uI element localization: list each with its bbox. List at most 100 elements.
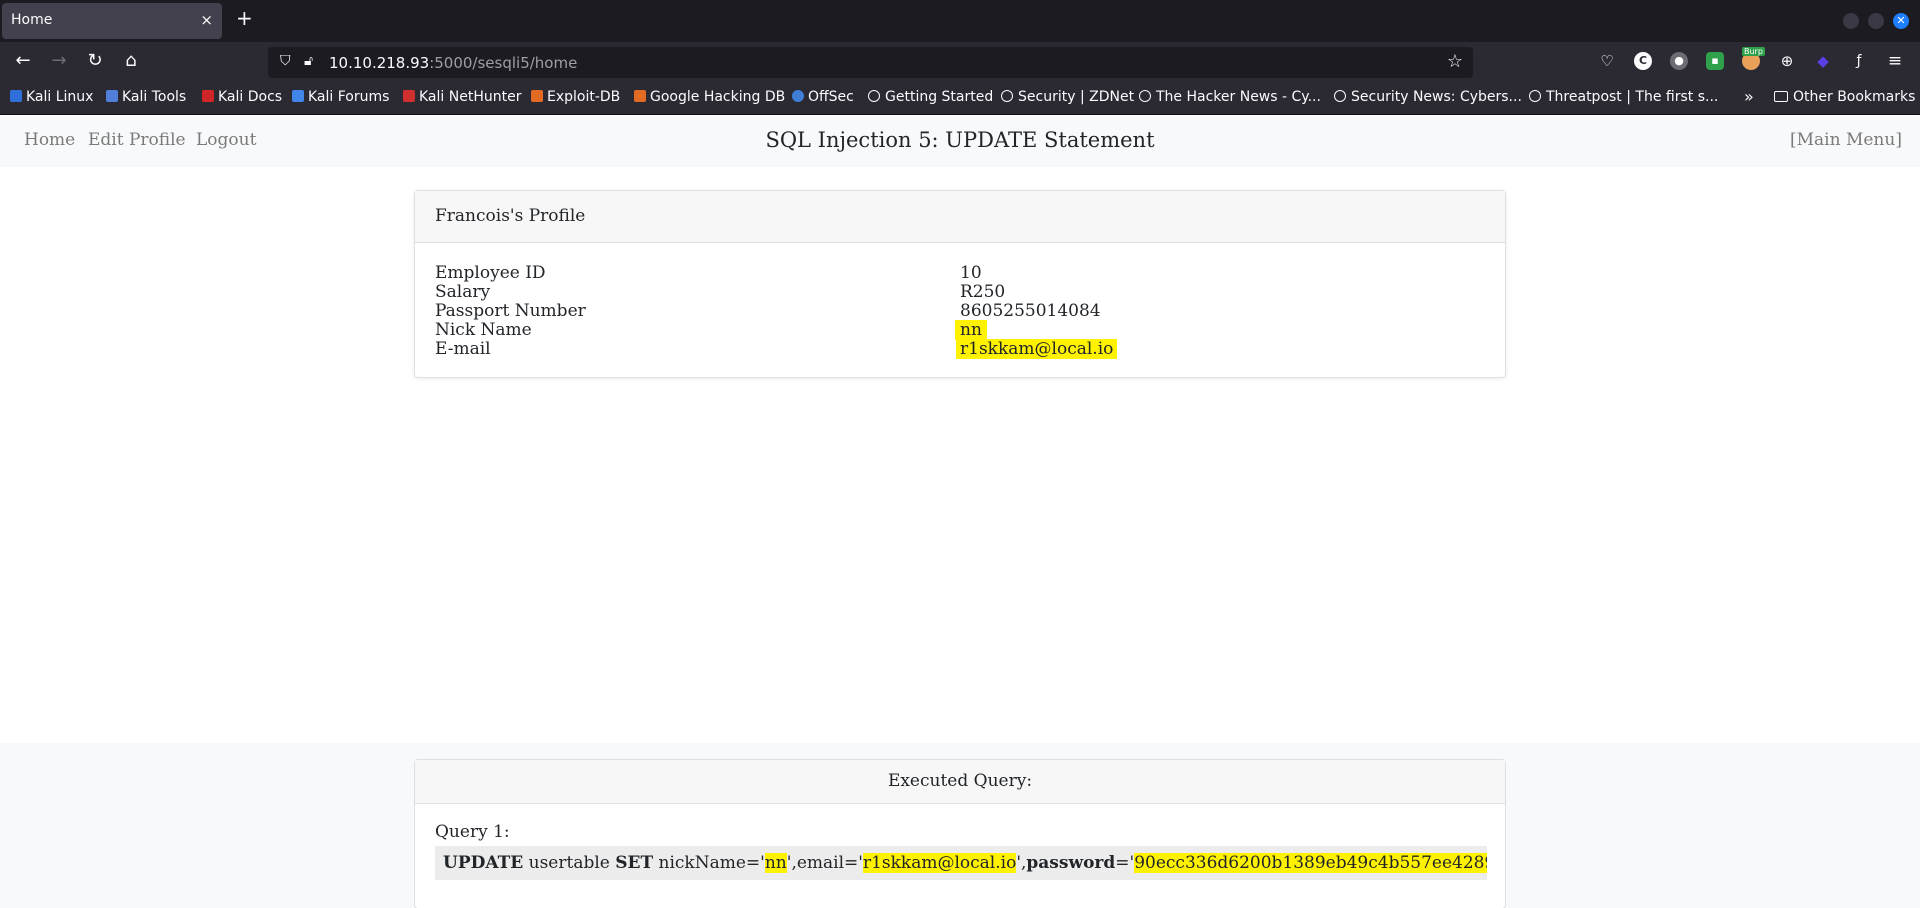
sql-keyword: password [1026, 853, 1116, 873]
foxyproxy-icon[interactable]: ƒ [1850, 52, 1868, 70]
kali-docs-icon [202, 90, 214, 102]
tab-close-icon[interactable]: × [200, 11, 213, 29]
wappalyzer-icon[interactable]: ◆ [1814, 52, 1832, 70]
burp-badge: Burp [1742, 47, 1765, 56]
salary-value: R250 [960, 282, 1006, 302]
menu-icon[interactable]: ≡ [1886, 52, 1904, 70]
tab-home[interactable]: Home × [2, 3, 222, 39]
insecure-lock-icon[interactable]: 🔓︎ [304, 53, 313, 69]
kali-nethunter-icon [403, 90, 415, 102]
globe-icon [1529, 90, 1541, 102]
google-hacking-db-icon [634, 90, 646, 102]
app-navbar: Home Edit Profile Logout SQL Injection 5… [0, 116, 1920, 167]
nick-name-value: nn [955, 320, 987, 340]
query-label: Query 1: [435, 822, 510, 842]
tab-strip: Home × + ✕ [0, 0, 1920, 42]
bookmark-item[interactable]: OffSec [792, 89, 854, 109]
profile-card: Francois's Profile Employee ID 10 Salary… [414, 190, 1506, 378]
salary-label: Salary [435, 282, 491, 302]
bookmark-label: Kali NetHunter [419, 89, 522, 105]
bookmark-label: Kali Forums [308, 89, 390, 105]
window-close-button[interactable]: ✕ [1893, 13, 1909, 29]
bookmark-item[interactable]: Security News: Cybers... [1334, 89, 1522, 109]
back-arrow-icon[interactable]: ← [12, 51, 34, 71]
bookmark-item[interactable]: Security | ZDNet [1001, 89, 1134, 109]
extension-circle-icon[interactable]: ● [1670, 52, 1688, 70]
executed-query-card: Executed Query: Query 1: UPDATE usertabl… [414, 759, 1506, 908]
profile-row: Employee ID 10 [435, 263, 1485, 283]
other-bookmarks[interactable]: Other Bookmarks [1774, 89, 1915, 109]
home-icon[interactable]: ⌂ [120, 51, 142, 71]
bookmark-label: Security News: Cybers... [1351, 89, 1522, 105]
passport-number-label: Passport Number [435, 301, 586, 321]
globe-icon [868, 90, 880, 102]
sql-password-value: 90ecc336d6200b1389eb49c4b557ee42892345c [1134, 853, 1487, 873]
bookmark-item[interactable]: Kali Tools [106, 89, 186, 109]
bookmark-item[interactable]: Kali NetHunter [403, 89, 521, 109]
sql-nick-value: nn [764, 853, 787, 873]
shield-icon[interactable]: ⛉ [280, 53, 291, 69]
kali-forums-icon [292, 90, 304, 102]
profile-row: Nick Name nn [435, 320, 1485, 340]
sql-text: ',email=' [786, 853, 863, 873]
kali-tools-icon [106, 90, 118, 102]
profile-row: Passport Number 8605255014084 [435, 301, 1485, 321]
employee-id-value: 10 [960, 263, 982, 283]
new-tab-button[interactable]: + [236, 8, 253, 28]
globe-extension-icon[interactable]: ⊕ [1778, 52, 1796, 70]
profile-row: Salary R250 [435, 282, 1485, 302]
main-menu-link[interactable]: [Main Menu] [1790, 130, 1902, 150]
other-bookmarks-label: Other Bookmarks [1793, 89, 1916, 105]
email-value: r1skkam@local.io [956, 339, 1118, 359]
bookmark-item[interactable]: Google Hacking DB [634, 89, 785, 109]
passport-number-value: 8605255014084 [960, 301, 1101, 321]
bookmarks-overflow-icon[interactable]: » [1744, 87, 1754, 107]
cookie-extension-icon[interactable]: C [1634, 52, 1652, 70]
bookmark-label: Kali Linux [26, 89, 94, 105]
profile-card-header: Francois's Profile [415, 191, 1505, 243]
bookmark-label: Kali Tools [122, 89, 187, 105]
offsec-icon [792, 90, 804, 102]
sql-keyword: UPDATE [443, 853, 524, 873]
bookmark-label: Security | ZDNet [1018, 89, 1135, 105]
globe-icon [1334, 90, 1346, 102]
kali-icon [10, 90, 22, 102]
folder-icon [1774, 91, 1788, 102]
bookmark-item[interactable]: Kali Linux [10, 89, 93, 109]
bookmark-item[interactable]: Exploit-DB [531, 89, 620, 109]
bookmark-star-icon[interactable]: ☆ [1447, 51, 1463, 72]
url-text[interactable]: 10.10.218.93:5000/sesqli5/home [329, 54, 577, 72]
bookmark-label: Threatpost | The first s... [1546, 89, 1719, 105]
maximize-button[interactable] [1868, 13, 1884, 29]
url-host: 10.10.218.93 [329, 54, 430, 72]
url-bar[interactable]: ⛉ 🔓︎ 10.10.218.93:5000/sesqli5/home ☆ [268, 47, 1473, 78]
globe-icon [1001, 90, 1013, 102]
email-label: E-mail [435, 339, 491, 359]
bookmark-label: Exploit-DB [547, 89, 621, 105]
bookmark-item[interactable]: Kali Docs [202, 89, 282, 109]
pocket-icon[interactable]: ♡ [1598, 52, 1616, 70]
bookmark-item[interactable]: Kali Forums [292, 89, 389, 109]
bookmark-label: Google Hacking DB [650, 89, 786, 105]
forward-arrow-icon[interactable]: → [48, 51, 70, 71]
bookmark-item[interactable]: The Hacker News - Cy... [1139, 89, 1321, 109]
tab-title: Home [11, 12, 53, 28]
executed-query-header: Executed Query: [415, 760, 1505, 804]
bookmark-item[interactable]: Getting Started [868, 89, 993, 109]
bookmark-label: The Hacker News - Cy... [1156, 89, 1321, 105]
sql-text: nickName=' [653, 853, 765, 873]
sql-text: =' [1115, 853, 1135, 873]
reload-icon[interactable]: ↻ [84, 51, 106, 71]
exploit-db-icon [531, 90, 543, 102]
url-path: :5000/sesqli5/home [429, 54, 578, 72]
page-title: SQL Injection 5: UPDATE Statement [765, 128, 1155, 152]
sql-keyword: SET [615, 853, 654, 873]
bookmark-item[interactable]: Threatpost | The first s... [1529, 89, 1718, 109]
page-content: Home Edit Profile Logout SQL Injection 5… [0, 116, 1920, 908]
query-footer: Executed Query: Query 1: UPDATE usertabl… [0, 743, 1920, 908]
sql-text: usertable [523, 853, 616, 873]
globe-icon [1139, 90, 1151, 102]
bookmark-label: Kali Docs [218, 89, 283, 105]
extension-green-icon[interactable]: ▪ [1706, 52, 1724, 70]
minimize-button[interactable] [1843, 13, 1859, 29]
